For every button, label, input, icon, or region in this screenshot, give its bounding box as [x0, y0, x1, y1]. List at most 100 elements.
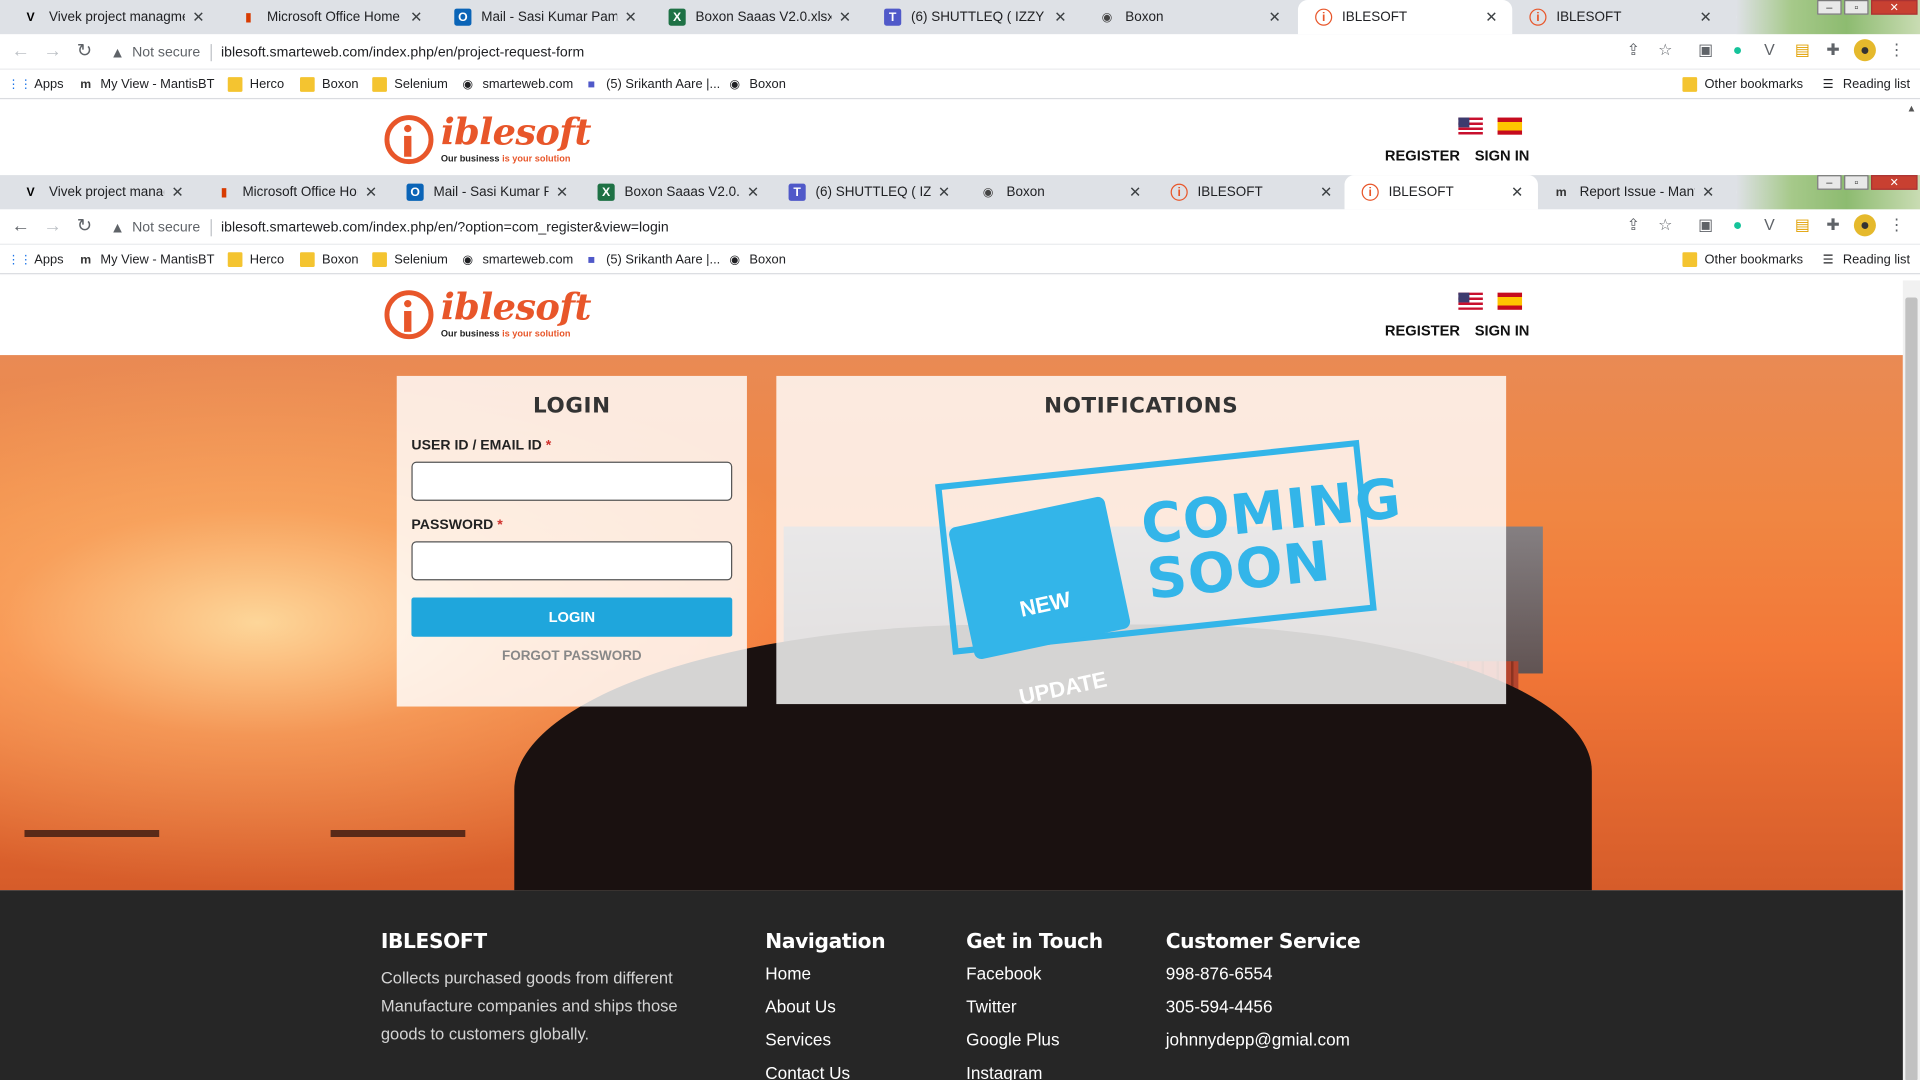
- menu-kebab-icon[interactable]: ⋮: [1886, 39, 1908, 61]
- close-icon[interactable]: ✕: [1266, 9, 1283, 26]
- tab-iblesoft-active[interactable]: i IBLESOFT ✕: [1297, 0, 1513, 35]
- reading-list[interactable]: ☰ Reading list: [1821, 75, 1910, 95]
- maximize-icon[interactable]: ▫: [1844, 175, 1869, 190]
- bookmark-boxon-folder[interactable]: Boxon: [300, 75, 359, 95]
- close-icon[interactable]: ✕: [836, 9, 853, 26]
- bookmark-apps[interactable]: ⋮⋮ Apps: [7, 250, 63, 270]
- maximize-icon[interactable]: ▫: [1844, 0, 1869, 15]
- vpn-icon[interactable]: V: [1758, 214, 1780, 236]
- tab-mail[interactable]: OMail - Sasi Kumar Pamulapat✕: [437, 0, 651, 34]
- spain-flag-icon[interactable]: [1497, 292, 1523, 310]
- scrollbar-back[interactable]: ▲: [1904, 103, 1919, 174]
- bookmark-herco[interactable]: Herco: [227, 75, 284, 95]
- footer-link-twitter[interactable]: Twitter: [966, 997, 1103, 1030]
- reading-list[interactable]: ☰ Reading list: [1821, 250, 1910, 270]
- url-text[interactable]: iblesoft.smarteweb.com/index.php/en/proj…: [221, 45, 584, 60]
- close-icon[interactable]: ✕: [744, 184, 761, 201]
- footer-link-google-plus[interactable]: Google Plus: [966, 1030, 1103, 1063]
- register-link[interactable]: REGISTER: [1385, 322, 1460, 339]
- close-icon[interactable]: ✕: [1700, 184, 1717, 201]
- back-icon[interactable]: ←: [10, 216, 32, 238]
- extension-icon[interactable]: ▣: [1695, 39, 1717, 61]
- password-input[interactable]: [411, 541, 733, 581]
- bookmark-srikanth[interactable]: ■ (5) Srikanth Aare |...: [584, 75, 721, 95]
- spain-flag-icon[interactable]: [1497, 117, 1523, 135]
- address-bar[interactable]: ▲ Not secure iblesoft.smarteweb.com/index.…: [110, 213, 1616, 241]
- tab-iblesoft[interactable]: i IBLESOFT ✕: [1512, 0, 1726, 34]
- grammarly-icon[interactable]: ●: [1727, 214, 1749, 236]
- cart-icon[interactable]: ▤: [1791, 39, 1813, 61]
- tab-office[interactable]: ▮Microsoft Office Home✕: [198, 175, 391, 209]
- support-email[interactable]: johnnydepp@gmial.com: [1166, 1030, 1361, 1063]
- tab-excel[interactable]: XBoxon Saaas V2.0.xlsx✕: [580, 175, 773, 209]
- reload-icon[interactable]: ↻: [73, 216, 95, 238]
- close-icon[interactable]: ✕: [408, 9, 425, 26]
- register-link[interactable]: REGISTER: [1385, 147, 1460, 164]
- cart-icon[interactable]: ▤: [1791, 214, 1813, 236]
- bookmark-apps[interactable]: ⋮⋮ Apps: [7, 75, 63, 95]
- close-icon[interactable]: ✕: [362, 184, 379, 201]
- footer-link-facebook[interactable]: Facebook: [966, 964, 1103, 997]
- close-icon[interactable]: ✕: [169, 184, 186, 201]
- back-icon[interactable]: ←: [10, 40, 32, 62]
- bookmark-mantis[interactable]: m My View - MantisBT: [78, 75, 214, 95]
- signin-link[interactable]: SIGN IN: [1475, 147, 1530, 164]
- grammarly-icon[interactable]: ●: [1727, 39, 1749, 61]
- share-icon[interactable]: ⇪: [1622, 39, 1644, 61]
- bookmark-herco[interactable]: Herco: [227, 250, 284, 270]
- footer-link-contact[interactable]: Contact Us: [765, 1063, 885, 1080]
- profile-avatar-icon[interactable]: ●: [1853, 214, 1876, 237]
- close-icon[interactable]: ✕: [1697, 9, 1714, 26]
- tab-shuttleq[interactable]: T(6) SHUTTLEQ ( IZZY ) | Micro✕: [867, 0, 1081, 34]
- share-icon[interactable]: ⇪: [1622, 214, 1644, 236]
- iblesoft-logo[interactable]: iblesoft Our business is your solution: [384, 290, 591, 340]
- bookmark-boxon-folder[interactable]: Boxon: [300, 250, 359, 270]
- close-window-icon[interactable]: ✕: [1871, 175, 1918, 190]
- bookmark-other[interactable]: Other bookmarks: [1682, 250, 1803, 270]
- bookmark-selenium[interactable]: Selenium: [372, 75, 448, 95]
- bookmark-smarteweb[interactable]: ◉ smarteweb.com: [460, 250, 573, 270]
- close-icon[interactable]: ✕: [1052, 9, 1069, 26]
- tab-vivek[interactable]: VVivek project managme✕: [5, 175, 198, 209]
- forward-icon[interactable]: →: [42, 40, 64, 62]
- login-button[interactable]: LOGIN: [411, 597, 733, 637]
- bookmark-mantis[interactable]: m My View - MantisBT: [78, 250, 214, 270]
- footer-link-services[interactable]: Services: [765, 1030, 885, 1063]
- close-window-icon[interactable]: ✕: [1871, 0, 1918, 15]
- footer-link-about[interactable]: About Us: [765, 997, 885, 1030]
- tab-iblesoft[interactable]: i IBLESOFT ✕: [1153, 175, 1346, 209]
- footer-link-home[interactable]: Home: [765, 964, 885, 997]
- user-id-input[interactable]: [411, 461, 733, 501]
- puzzle-icon[interactable]: ✚: [1822, 214, 1844, 236]
- bookmark-star-icon[interactable]: ☆: [1654, 39, 1676, 61]
- address-bar[interactable]: ▲ Not secure iblesoft.smarteweb.com/index.…: [110, 38, 1616, 66]
- bookmark-star-icon[interactable]: ☆: [1654, 214, 1676, 236]
- tab-office[interactable]: ▮Microsoft Office Home✕: [223, 0, 437, 34]
- tab-shuttleq[interactable]: T(6) SHUTTLEQ ( IZZY ) | M✕: [771, 175, 964, 209]
- minimize-icon[interactable]: –: [1817, 0, 1842, 15]
- minimize-icon[interactable]: –: [1817, 175, 1842, 190]
- bookmark-srikanth[interactable]: ■ (5) Srikanth Aare |...: [584, 250, 721, 270]
- close-icon[interactable]: ✕: [190, 9, 207, 26]
- close-icon[interactable]: ✕: [1509, 184, 1526, 201]
- us-flag-icon[interactable]: [1458, 292, 1483, 310]
- bookmark-selenium[interactable]: Selenium: [372, 250, 448, 270]
- url-text[interactable]: iblesoft.smarteweb.com/index.php/en/?opt…: [221, 220, 669, 235]
- profile-avatar-icon[interactable]: ●: [1853, 39, 1876, 62]
- vpn-icon[interactable]: V: [1758, 39, 1780, 61]
- bookmark-other[interactable]: Other bookmarks: [1682, 75, 1803, 95]
- tab-vivek[interactable]: VVivek project managment✕: [5, 0, 219, 34]
- tab-excel[interactable]: XBoxon Saaas V2.0.xlsx✕: [651, 0, 865, 34]
- extension-icon[interactable]: ▣: [1695, 214, 1717, 236]
- scrollbar-thumb[interactable]: [1905, 297, 1918, 1080]
- close-icon[interactable]: ✕: [1318, 184, 1335, 201]
- forgot-password-link[interactable]: FORGOT PASSWORD: [397, 649, 747, 664]
- tab-boxon[interactable]: ◉ Boxon ✕: [1081, 0, 1295, 34]
- footer-link-instagram[interactable]: Instagram: [966, 1063, 1103, 1080]
- tab-report-issue[interactable]: mReport Issue - MantisBT✕: [1536, 175, 1729, 209]
- signin-link[interactable]: SIGN IN: [1475, 322, 1530, 339]
- close-icon[interactable]: ✕: [553, 184, 570, 201]
- close-icon[interactable]: ✕: [622, 9, 639, 26]
- menu-kebab-icon[interactable]: ⋮: [1886, 214, 1908, 236]
- reload-icon[interactable]: ↻: [73, 40, 95, 62]
